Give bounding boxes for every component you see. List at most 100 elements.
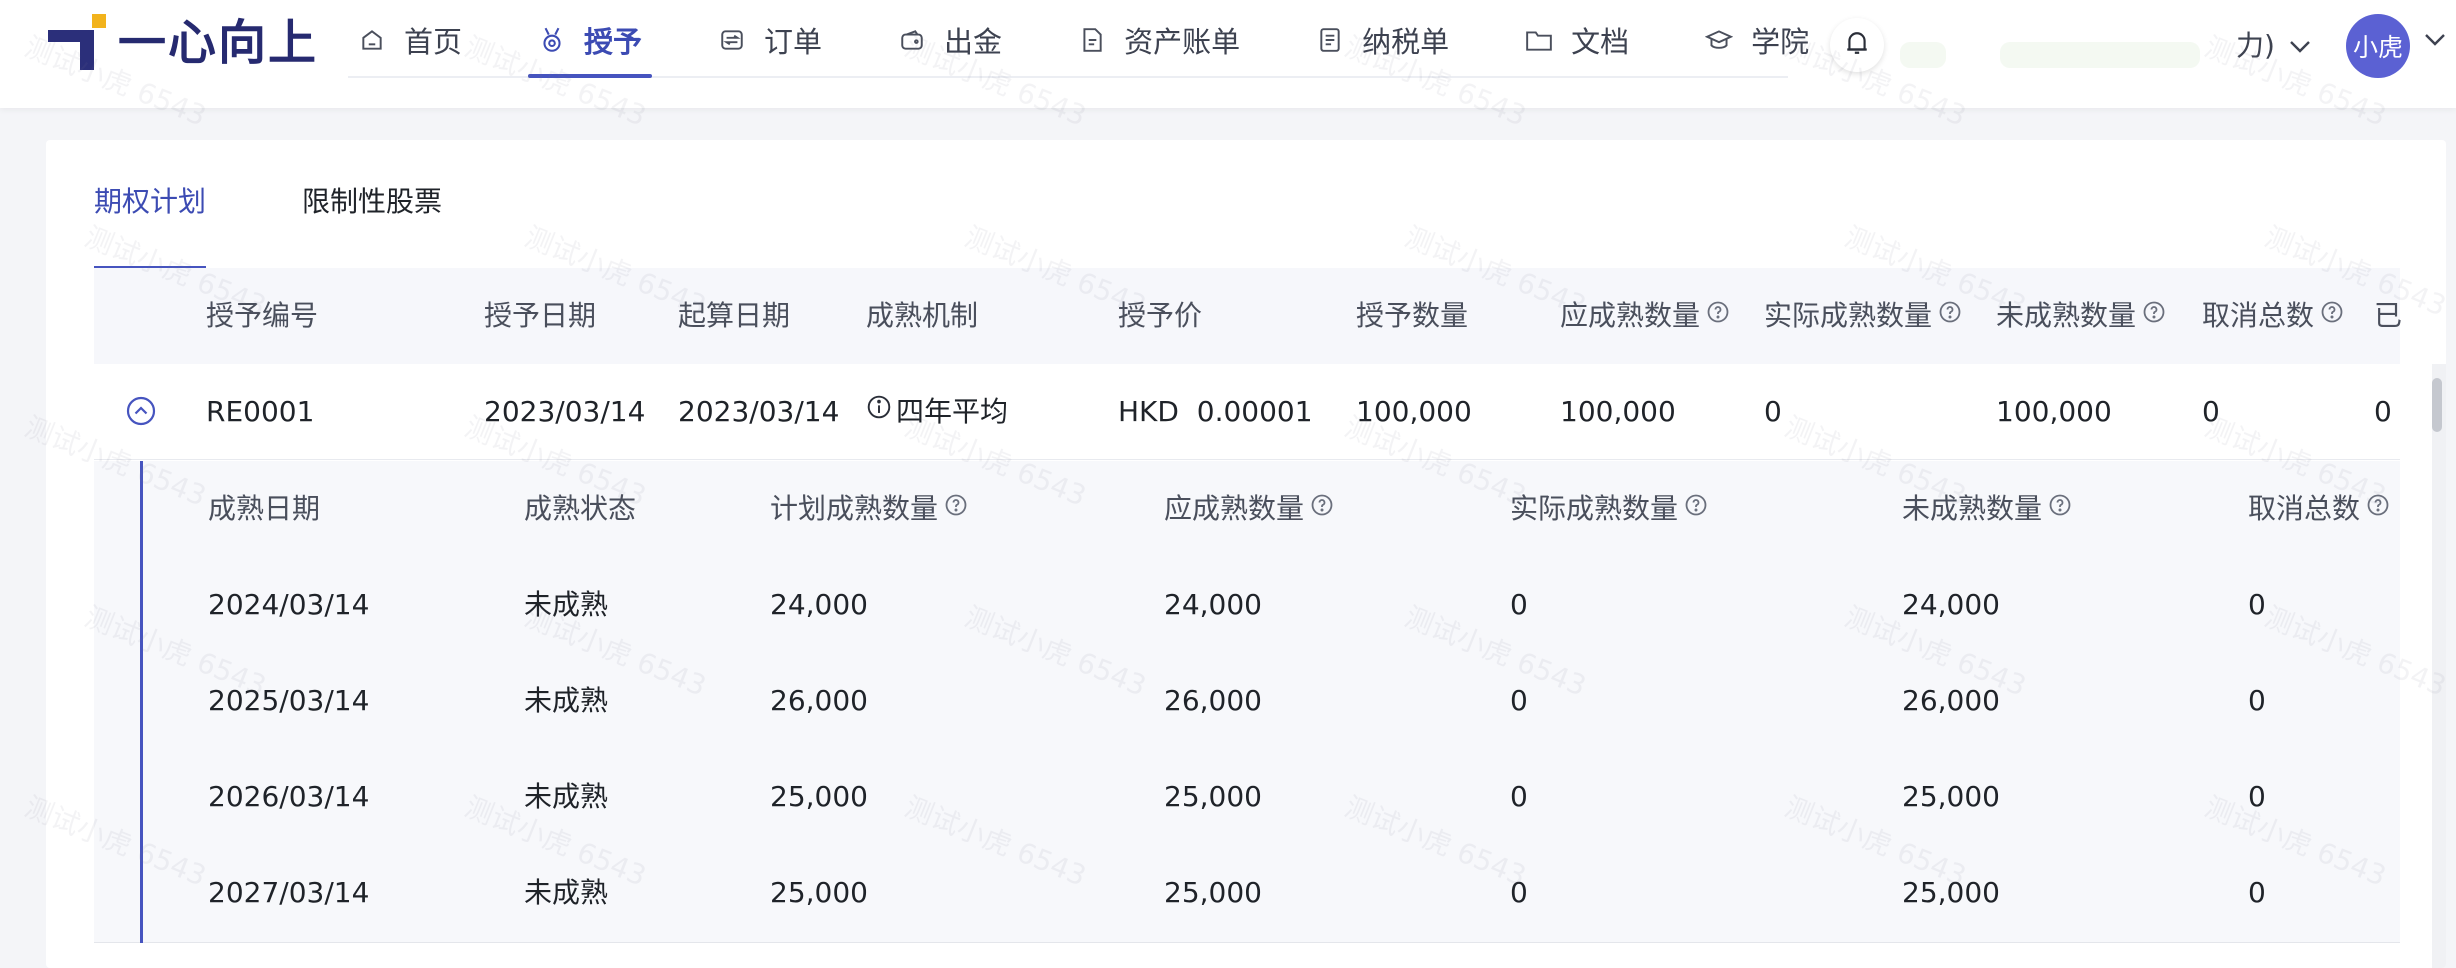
vest-date: 2024/03/14 [208,588,370,621]
actual-vest-qty: 0 [1510,876,1528,909]
nav-item-label: 出金 [944,25,1003,59]
vest-status: 未成熟 [524,876,609,909]
actual-vest-qty: 0 [1510,684,1528,717]
column-header: 取消总数 [2202,268,2344,364]
column-header: 未成熟数量 [1996,268,2166,364]
help-circle-icon[interactable] [2048,460,2072,556]
column-header-label: 未成熟数量 [1996,299,2137,332]
main-nav: 首页 授予 订单 出金 资产账单 纳税单 文档 学院 [348,0,1875,80]
cancelled-qty: 0 [2248,684,2266,717]
column-header: 应成熟数量 [1164,461,1334,557]
column-header-label: 实际成熟数量 [1764,299,1933,332]
column-header: 授予价 [1118,299,1203,332]
actual-vested-quantity: 0 [1764,395,1782,428]
start-date: 2023/03/14 [678,395,840,428]
user-avatar[interactable]: 小虎 [2346,14,2410,78]
grant-quantity: 100,000 [1356,395,1472,428]
column-header-label: 未成熟数量 [1902,492,2043,525]
nav-item-withdraw[interactable]: 出金 [888,0,1012,80]
tax-list-icon [1316,26,1344,54]
vertical-scrollbar[interactable] [2432,364,2446,968]
vesting-mechanism[interactable]: 四年平均 [866,364,1008,460]
cancelled-qty: 0 [2248,876,2266,909]
help-circle-icon[interactable] [2320,267,2344,363]
grant-table: 授予编号 授予日期 起算日期 成熟机制 授予价 授予数量 应成熟数量 实际成熟数… [94,268,2446,968]
column-header: 成熟机制 [866,299,979,332]
grant-id: RE0001 [206,395,315,428]
vesting-row: 2025/03/14 未成熟 26,000 26,000 0 26,000 0 [94,653,2400,749]
nav-item-label: 首页 [404,25,463,59]
column-header: 未成熟数量 [1902,461,2072,557]
grant-card: 期权计划 限制性股票 授予编号 授予日期 起算日期 成熟机制 授予价 授予数量 … [46,140,2446,968]
brand-logo[interactable]: 一心向上 [44,12,318,74]
help-circle-icon[interactable] [2366,460,2390,556]
chevron-down-icon[interactable] [2424,32,2446,51]
nav-item-academy[interactable]: 学院 [1695,0,1819,80]
table-row[interactable]: RE0001 2023/03/14 2023/03/14 四年平均 HKD 0.… [94,364,2400,460]
planned-vest-qty: 26,000 [770,684,868,717]
grant-price: HKD 0.00001 [1118,395,1313,428]
notification-button[interactable] [1830,18,1884,72]
nav-item-label: 授予 [584,25,643,59]
column-header: 实际成熟数量 [1764,268,1962,364]
nav-item-label: 纳税单 [1362,25,1450,59]
chevron-down-icon [2289,28,2311,61]
column-header: 已 [2374,299,2403,332]
vest-status: 未成熟 [524,684,609,717]
brand-name: 一心向上 [118,15,319,71]
column-header: 授予数量 [1356,299,1469,332]
vesting-row: 2026/03/14 未成熟 25,000 25,000 0 25,000 0 [94,749,2400,845]
unvested-qty: 25,000 [1902,876,2000,909]
award-medal-icon [538,26,566,54]
help-circle-icon[interactable] [1706,267,1730,363]
column-header: 授予编号 [206,299,319,332]
column-header-label: 取消总数 [2248,492,2361,525]
vesting-row: 2024/03/14 未成熟 24,000 24,000 0 24,000 0 [94,557,2400,653]
nav-item-grant[interactable]: 授予 [528,0,653,80]
help-circle-icon[interactable] [1684,460,1708,556]
column-header-label: 应成熟数量 [1560,299,1701,332]
nav-item-orders[interactable]: 订单 [708,0,832,80]
language-label: 力) [2236,29,2275,62]
cancelled-qty: 0 [2248,780,2266,813]
actual-vest-qty: 0 [1510,588,1528,621]
help-circle-icon[interactable] [1310,460,1334,556]
column-header-label: 应成熟数量 [1164,492,1305,525]
wallet-icon [898,26,926,54]
blurred-info [1900,42,1946,68]
tab-option-plan[interactable]: 期权计划 [94,140,207,270]
tab-restricted-stock[interactable]: 限制性股票 [302,140,442,268]
column-header-label: 取消总数 [2202,299,2315,332]
scrollbar-thumb[interactable] [2432,378,2442,432]
sub-table-header: 成熟日期 成熟状态 计划成熟数量 应成熟数量 实际成熟数量 未成熟数量 取消总数 [94,461,2400,557]
info-circle-icon [866,363,892,459]
column-header: 应成熟数量 [1560,268,1730,364]
unvested-quantity: 100,000 [1996,395,2112,428]
due-vest-qty: 25,000 [1164,876,1262,909]
language-selector[interactable]: 力) [2236,24,2311,64]
grant-date: 2023/03/14 [484,395,646,428]
nav-item-docs[interactable]: 文档 [1515,0,1639,80]
help-circle-icon[interactable] [944,460,968,556]
column-header: 起算日期 [678,299,791,332]
vest-status: 未成熟 [524,588,609,621]
top-header: 一心向上 首页 授予 订单 出金 资产账单 纳税单 文档 学院 力) 小虎 [0,0,2456,108]
bell-icon [1845,30,1869,60]
nav-item-home[interactable]: 首页 [348,0,472,80]
column-header-label: 实际成熟数量 [1510,492,1679,525]
nav-item-label: 资产账单 [1124,25,1241,59]
nav-item-asset-bill[interactable]: 资产账单 [1068,0,1250,80]
vest-status: 未成熟 [524,780,609,813]
folder-icon [1525,26,1553,54]
logo-mark-icon [44,12,108,74]
nav-item-label: 学院 [1751,25,1810,59]
planned-vest-qty: 24,000 [770,588,868,621]
home-icon [358,26,386,54]
planned-vest-qty: 25,000 [770,780,868,813]
unvested-qty: 26,000 [1902,684,2000,717]
blurred-info [2000,42,2200,68]
help-circle-icon[interactable] [2142,267,2166,363]
collapse-row-icon[interactable] [126,396,156,426]
help-circle-icon[interactable] [1938,267,1962,363]
nav-item-tax[interactable]: 纳税单 [1306,0,1459,80]
